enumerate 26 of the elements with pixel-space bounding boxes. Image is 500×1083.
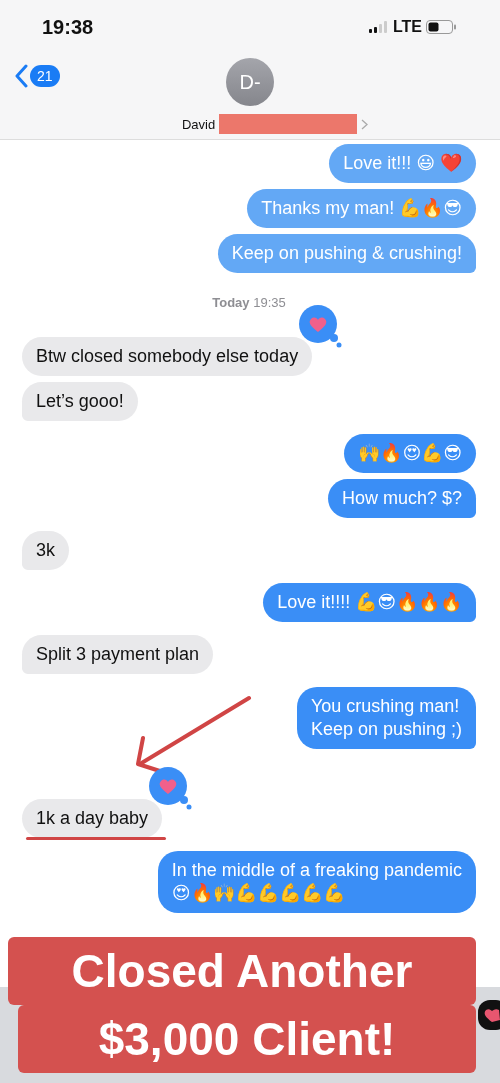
message-bubble[interactable]: Let’s gooo!: [22, 382, 138, 421]
signal-icon: [368, 21, 389, 33]
contact-name[interactable]: David: [181, 116, 216, 132]
message-bubble[interactable]: 1k a day baby: [22, 799, 163, 838]
message-bubble[interactable]: 🙌🔥😍💪😎: [344, 434, 476, 473]
caption-banner: Closed Another: [8, 937, 476, 1005]
message-bubble[interactable]: Btw closed somebody else today: [22, 337, 313, 376]
message-bubble[interactable]: Split 3 payment plan: [22, 635, 214, 674]
chevron-icon: [361, 118, 369, 130]
back-button[interactable]: 21: [14, 64, 60, 88]
status-time: 19:38: [42, 15, 94, 39]
battery-icon: [426, 20, 456, 34]
message-bubble[interactable]: How much? $?: [327, 479, 476, 518]
network-label: LTE: [392, 18, 422, 36]
contact-avatar[interactable]: D-: [226, 58, 274, 106]
timestamp: Today 19:35: [211, 295, 287, 310]
unread-badge: 21: [30, 65, 60, 87]
back-chevron-icon: [14, 64, 28, 88]
message-bubble[interactable]: Keep on pushing & crushing!: [217, 234, 476, 273]
message-bubble[interactable]: You crushing man! Keep on pushing ;): [296, 687, 476, 749]
message-bubble[interactable]: Thanks my man! 💪🔥😎: [247, 189, 476, 228]
message-bubble[interactable]: 3k: [22, 531, 69, 570]
message-bubble[interactable]: Love it!!!! 💪😎🔥🔥🔥: [263, 583, 476, 622]
message-bubble[interactable]: In the middle of a freaking pandemic 😍🔥🙌💪💪💪💪💪: [157, 851, 476, 913]
message-bubble[interactable]: Love it!!! 😃 ❤: [329, 144, 476, 183]
caption-banner: $3,000 Client!: [18, 1005, 476, 1073]
